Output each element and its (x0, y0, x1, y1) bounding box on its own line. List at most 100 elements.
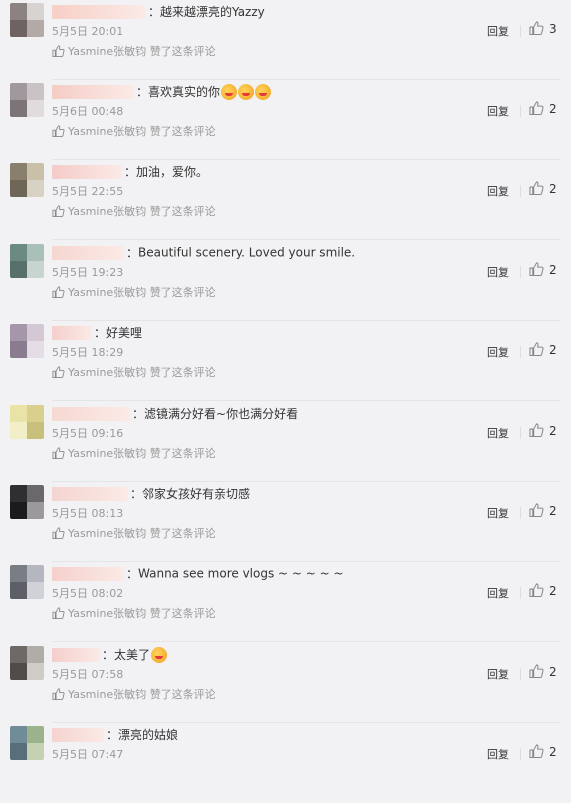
thumbs-up-icon (52, 286, 65, 299)
comment-time: 5月5日 08:13 (52, 507, 124, 520)
avatar[interactable] (10, 83, 44, 117)
like-button[interactable]: 2 (529, 262, 557, 277)
thumbs-up-icon (529, 744, 544, 759)
comment-item: ：Beautiful scenery. Loved your smile. 5月5… (0, 241, 571, 321)
nickname-colon: ： (132, 407, 145, 421)
comment-text: 邻家女孩好有亲切感 (142, 487, 251, 501)
comment-text: 加油，爱你。 (136, 165, 209, 179)
action-separator (520, 346, 521, 358)
reply-button[interactable]: 回复 (487, 585, 509, 601)
author-liked-note: Yasmine张敏钧 赞了这条评论 (52, 525, 216, 541)
nickname-colon: ： (102, 648, 115, 662)
nickname-colon: ： (94, 326, 107, 340)
like-count: 2 (549, 504, 557, 518)
comment-text: Wanna see more vlogs ~ ~ ~ ~ ~ (138, 566, 344, 581)
nickname-colon: ： (130, 487, 143, 501)
user-nickname[interactable] (52, 84, 134, 99)
like-button[interactable]: 2 (529, 744, 557, 759)
liked-by-name: Yasmine张敏钧 (68, 447, 147, 460)
comment-time: 5月5日 07:58 (52, 668, 124, 681)
avatar[interactable] (10, 405, 44, 439)
liked-label: 赞了这条评论 (149, 527, 216, 540)
reply-button[interactable]: 回复 (487, 666, 509, 682)
comment-item: ：漂亮的姑娘 5月5日 07:47 回复 2 (0, 723, 571, 803)
comment-text: 漂亮的姑娘 (118, 728, 179, 742)
comment-list: ：越来越漂亮的Yazzy 5月5日 20:01 Yasmine张敏钧 赞了这条评论回… (0, 0, 571, 768)
like-count: 2 (549, 424, 557, 438)
divider (52, 239, 561, 240)
thumbs-up-icon (52, 366, 65, 379)
reply-button[interactable]: 回复 (487, 183, 509, 199)
avatar[interactable] (10, 324, 44, 358)
comment-item: ：越来越漂亮的Yazzy 5月5日 20:01 Yasmine张敏钧 赞了这条评论 回… (0, 0, 571, 80)
author-liked-note: Yasmine张敏钧 赞了这条评论 (52, 203, 216, 219)
user-nickname[interactable] (52, 245, 124, 260)
liked-label: 赞了这条评论 (149, 45, 216, 58)
like-button[interactable]: 2 (529, 664, 557, 679)
like-button[interactable]: 2 (529, 583, 557, 598)
avatar[interactable] (10, 3, 44, 37)
blush-emoji-icon (221, 83, 238, 100)
liked-label: 赞了这条评论 (149, 286, 216, 299)
thumbs-up-icon (529, 181, 544, 196)
like-button[interactable]: 2 (529, 101, 557, 116)
user-nickname[interactable] (52, 566, 124, 581)
avatar[interactable] (10, 646, 44, 680)
user-nickname[interactable] (52, 647, 100, 662)
nickname-colon: ： (148, 5, 161, 19)
like-count: 2 (549, 343, 557, 357)
liked-label: 赞了这条评论 (149, 205, 216, 218)
avatar[interactable] (10, 726, 44, 760)
action-separator (520, 507, 521, 519)
comment-item: ：邻家女孩好有亲切感 5月5日 08:13 Yasmine张敏钧 赞了这条评论 回复 2 (0, 482, 571, 562)
user-nickname[interactable] (52, 727, 104, 742)
liked-by-name: Yasmine张敏钧 (68, 688, 147, 701)
avatar[interactable] (10, 163, 44, 197)
like-button[interactable]: 2 (529, 423, 557, 438)
like-count: 3 (549, 22, 557, 36)
user-nickname[interactable] (52, 325, 92, 340)
reply-button[interactable]: 回复 (487, 425, 509, 441)
like-button[interactable]: 2 (529, 181, 557, 196)
liked-label: 赞了这条评论 (149, 125, 216, 138)
action-separator (520, 668, 521, 680)
user-nickname[interactable] (52, 4, 146, 19)
action-separator (520, 185, 521, 197)
reply-button[interactable]: 回复 (487, 264, 509, 280)
like-count: 2 (549, 182, 557, 196)
reply-button[interactable]: 回复 (487, 746, 509, 762)
like-button[interactable]: 2 (529, 342, 557, 357)
comment-text: 好美哩 (106, 326, 143, 340)
avatar[interactable] (10, 565, 44, 599)
comment-item: ：Wanna see more vlogs ~ ~ ~ ~ ~ 5月5日 08:0… (0, 562, 571, 642)
like-count: 2 (549, 102, 557, 116)
comment-item: ：太美了 5月5日 07:58 Yasmine张敏钧 赞了这条评论 回复 2 (0, 643, 571, 723)
thumbs-up-icon (529, 503, 544, 518)
reply-button[interactable]: 回复 (487, 103, 509, 119)
author-liked-note: Yasmine张敏钧 赞了这条评论 (52, 123, 216, 139)
blush-emoji-icon (151, 646, 168, 663)
thumbs-up-icon (52, 447, 65, 460)
user-nickname[interactable] (52, 406, 130, 421)
reply-button[interactable]: 回复 (487, 23, 509, 39)
divider (52, 400, 561, 401)
liked-by-name: Yasmine张敏钧 (68, 286, 147, 299)
reply-button[interactable]: 回复 (487, 344, 509, 360)
comment-item: ：滤镜满分好看~你也满分好看 5月5日 09:16 Yasmine张敏钧 赞了这条评… (0, 402, 571, 482)
like-count: 2 (549, 665, 557, 679)
action-separator (520, 748, 521, 760)
avatar[interactable] (10, 485, 44, 519)
liked-by-name: Yasmine张敏钧 (68, 125, 147, 138)
comment-time: 5月5日 09:16 (52, 427, 124, 440)
comment-text: 喜欢真实的你 (148, 85, 221, 99)
thumbs-up-icon (529, 664, 544, 679)
action-separator (520, 266, 521, 278)
like-button[interactable]: 2 (529, 503, 557, 518)
like-button[interactable]: 3 (529, 21, 557, 36)
reply-button[interactable]: 回复 (487, 505, 509, 521)
nickname-colon: ： (126, 567, 139, 581)
user-nickname[interactable] (52, 486, 128, 501)
avatar[interactable] (10, 244, 44, 278)
user-nickname[interactable] (52, 164, 122, 179)
comment-item: ：喜欢真实的你 5月6日 00:48 Yasmine张敏钧 赞了这条评论 回复 2 (0, 80, 571, 160)
